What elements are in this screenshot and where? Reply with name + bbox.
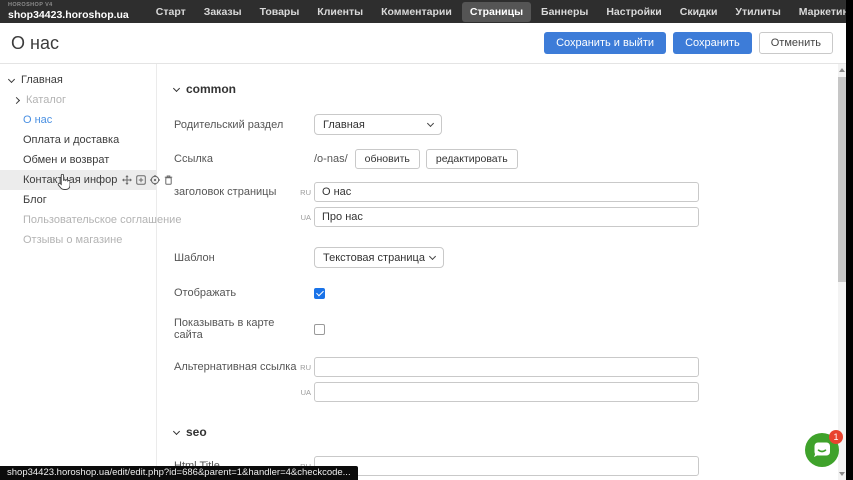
sidebar-item-label: Пользовательское соглашение [23, 214, 181, 226]
delete-icon[interactable] [164, 175, 173, 185]
screen-edge-strip [846, 0, 853, 480]
sidebar-item-otzyvy-o-magazine[interactable]: Отзывы о магазине [0, 230, 156, 250]
nav-item-tovary[interactable]: Товары [252, 2, 308, 22]
template-value: Текстовая страница [323, 252, 425, 264]
page-scrollbar[interactable] [838, 64, 846, 480]
pages-tree-sidebar: Главная Каталог О нас Оплата и доставка … [0, 64, 157, 480]
scroll-down-arrow-icon[interactable] [839, 472, 845, 476]
nav-item-utility[interactable]: Утилиты [727, 2, 788, 22]
nav-item-marketing[interactable]: Маркетинг [791, 2, 853, 22]
sidebar-item-kontaktnaya-infor[interactable]: Контактная инфор [0, 170, 156, 190]
html-title-ru-input[interactable] [314, 456, 699, 476]
nav-item-kommentarii[interactable]: Комментарии [373, 2, 460, 22]
parent-section-label: Родительский раздел [174, 119, 298, 131]
sidebar-item-blog[interactable]: Блог [0, 190, 156, 210]
chat-widget-button[interactable]: 1 [804, 429, 844, 469]
cancel-button[interactable]: Отменить [759, 32, 833, 54]
scrollbar-thumb[interactable] [838, 77, 846, 282]
sidebar-item-obmen-i-vozvrat[interactable]: Обмен и возврат [0, 150, 156, 170]
save-and-exit-button[interactable]: Сохранить и выйти [544, 32, 666, 54]
chat-unread-count: 1 [833, 432, 838, 442]
sidebar-item-label: Блог [23, 194, 47, 206]
section-seo-label: seo [186, 425, 207, 439]
sidebar-item-label: О нас [23, 114, 52, 126]
logo-shop-domain: shop34423.horoshop.ua [8, 10, 129, 21]
page-title-ua-input[interactable] [314, 207, 699, 227]
link-label: Ссылка [174, 153, 298, 165]
status-url-tooltip: shop34423.horoshop.ua/edit/edit.php?id=6… [0, 466, 358, 480]
page-title-label: заголовок страницы [174, 186, 298, 198]
display-label: Отображать [174, 287, 298, 299]
page-header: О нас Сохранить и выйти Сохранить Отмени… [0, 23, 846, 64]
app-logo[interactable]: HOROSHOP V4 shop34423.horoshop.ua [8, 3, 129, 20]
sidebar-item-label: Главная [21, 74, 63, 86]
sitemap-checkbox[interactable] [314, 324, 325, 335]
alt-link-ru-input[interactable] [314, 357, 699, 377]
section-common-label: common [186, 82, 236, 96]
lang-ua-badge: UA [298, 213, 311, 222]
nav-item-bannery[interactable]: Баннеры [533, 2, 596, 22]
section-common-header[interactable]: common [174, 82, 838, 96]
section-seo-header[interactable]: seo [174, 425, 838, 439]
nav-item-nastroyki[interactable]: Настройки [598, 2, 669, 22]
move-icon[interactable] [122, 175, 132, 185]
save-button[interactable]: Сохранить [673, 32, 752, 54]
template-select[interactable]: Текстовая страница [314, 247, 444, 268]
sidebar-item-katalog[interactable]: Каталог [0, 90, 156, 110]
page-edit-form: common Родительский раздел Главная Ссылк… [158, 63, 838, 480]
chevron-down-icon[interactable] [9, 79, 19, 82]
nav-item-zakazy[interactable]: Заказы [196, 2, 250, 22]
page-title: О нас [11, 33, 59, 54]
sidebar-item-polzovatelskoe-soglashenie[interactable]: Пользовательское соглашение [0, 210, 156, 230]
link-path-value: /o-nas/ [314, 153, 348, 165]
lang-ru-badge: RU [298, 188, 311, 197]
template-label: Шаблон [174, 252, 298, 264]
alt-link-ua-input[interactable] [314, 382, 699, 402]
lang-ru-badge: RU [298, 363, 311, 372]
display-checkbox[interactable] [314, 288, 325, 299]
sidebar-item-glavnaya[interactable]: Главная [0, 70, 156, 90]
parent-section-value: Главная [323, 119, 365, 131]
nav-item-stranitsy[interactable]: Страницы [462, 2, 531, 22]
chevron-down-icon [427, 119, 434, 126]
chevron-down-icon [173, 84, 180, 91]
nav-item-start[interactable]: Старт [148, 2, 194, 22]
sidebar-item-label: Контактная инфор [23, 174, 117, 186]
page-title-ru-input[interactable] [314, 182, 699, 202]
sidebar-item-label: Обмен и возврат [23, 154, 109, 166]
logo-version-label: HOROSHOP V4 [8, 3, 129, 9]
top-navbar: HOROSHOP V4 shop34423.horoshop.ua Старт … [0, 0, 853, 23]
nav-item-skidki[interactable]: Скидки [672, 2, 726, 22]
scroll-up-arrow-icon[interactable] [839, 68, 845, 72]
chevron-down-icon [173, 427, 180, 434]
parent-section-select[interactable]: Главная [314, 114, 442, 135]
chevron-down-icon [429, 252, 436, 259]
sidebar-item-oplata-i-dostavka[interactable]: Оплата и доставка [0, 130, 156, 150]
link-refresh-button[interactable]: обновить [355, 149, 420, 169]
lang-ua-badge: UA [298, 388, 311, 397]
alt-link-label: Альтернативная ссылка [174, 361, 298, 373]
sidebar-item-label: Отзывы о магазине [23, 234, 122, 246]
sitemap-label: Показывать в карте сайта [174, 317, 298, 341]
sidebar-item-label: Каталог [26, 94, 66, 106]
chevron-right-icon[interactable] [14, 98, 24, 103]
sidebar-item-label: Оплата и доставка [23, 134, 119, 146]
sidebar-item-o-nas[interactable]: О нас [0, 110, 156, 130]
settings-icon[interactable] [150, 175, 160, 185]
nav-item-klienty[interactable]: Клиенты [309, 2, 371, 22]
link-edit-button[interactable]: редактировать [426, 149, 518, 169]
add-page-icon[interactable] [136, 175, 146, 185]
